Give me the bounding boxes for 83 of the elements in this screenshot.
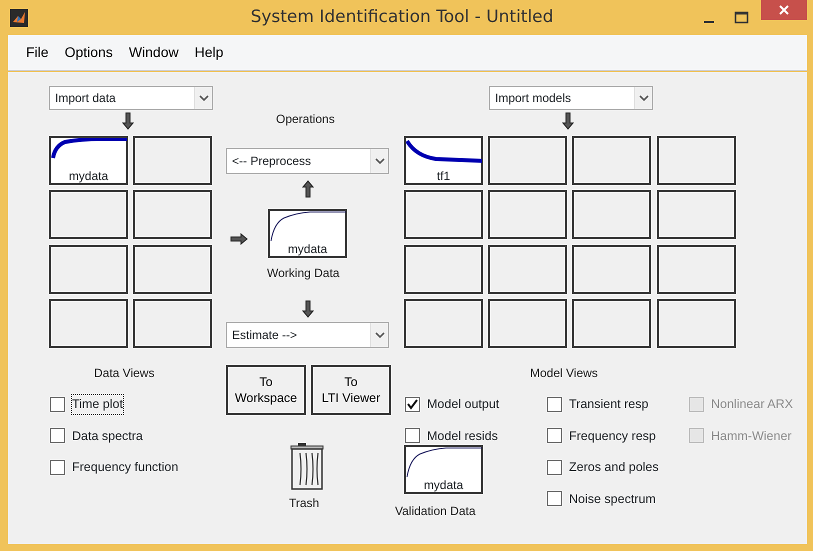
empty-slot[interactable] xyxy=(488,190,567,239)
checkbox[interactable] xyxy=(405,396,420,412)
section-title: Model Views xyxy=(530,365,598,382)
empty-slot[interactable] xyxy=(657,136,736,185)
tile-label: mydata xyxy=(68,169,110,183)
import-data-dropdown[interactable]: Import data xyxy=(49,86,213,110)
checkbox[interactable] xyxy=(50,396,65,412)
trash-label: Trash xyxy=(289,495,320,512)
caret-icon xyxy=(374,331,384,339)
validation-data-tile[interactable]: mydata xyxy=(404,445,483,494)
empty-slot[interactable] xyxy=(488,245,567,294)
caret-icon xyxy=(638,94,648,102)
empty-slot[interactable] xyxy=(133,299,212,348)
empty-slot[interactable] xyxy=(133,190,212,239)
checkbox-label: Nonlinear ARX xyxy=(711,396,793,413)
checkbox[interactable] xyxy=(547,460,562,475)
checkbox-label[interactable]: Transient resp xyxy=(569,395,648,414)
export-button[interactable]: To Workspace xyxy=(226,365,306,415)
model-tile[interactable]: tf1 xyxy=(404,136,483,185)
arrow-down-icon xyxy=(122,112,134,130)
estimate-dropdown[interactable]: Estimate --> xyxy=(226,322,389,348)
maximize-icon xyxy=(734,11,748,24)
empty-slot[interactable] xyxy=(657,299,736,348)
checkbox-label[interactable]: Zeros and poles xyxy=(569,458,659,477)
checkbox[interactable] xyxy=(405,428,420,444)
checkbox[interactable] xyxy=(50,460,65,475)
empty-slot[interactable] xyxy=(404,245,483,294)
empty-slot[interactable] xyxy=(133,136,212,185)
menu-item[interactable]: Help xyxy=(186,42,232,63)
checkbox-label[interactable]: Data spectra xyxy=(72,426,143,446)
checkbox[interactable] xyxy=(547,491,562,506)
checkmark-icon xyxy=(406,398,419,410)
tile-label: mydata xyxy=(422,478,464,492)
preprocess-dropdown[interactable]: <-- Preprocess xyxy=(226,148,389,174)
arrow-up-icon xyxy=(302,180,314,198)
export-button[interactable]: To LTI Viewer xyxy=(311,365,391,415)
data-tile[interactable]: mydata xyxy=(49,136,128,185)
close-icon xyxy=(778,4,790,16)
close-button[interactable] xyxy=(761,0,807,20)
working-data-tile[interactable]: mydata xyxy=(268,209,347,258)
minimize-icon xyxy=(704,20,714,22)
arrow-down-icon xyxy=(562,112,574,130)
checkbox-label[interactable]: Model output xyxy=(427,395,500,414)
validation-data-label: Validation Data xyxy=(395,503,476,520)
tile-label: tf1 xyxy=(436,169,452,183)
empty-slot[interactable] xyxy=(488,136,567,185)
checkbox[interactable] xyxy=(50,428,65,444)
caret-icon xyxy=(198,94,208,102)
empty-slot[interactable] xyxy=(49,299,128,348)
tile-label: mydata xyxy=(286,242,328,256)
menu-item[interactable]: Options xyxy=(56,42,121,63)
checkbox[interactable] xyxy=(547,428,562,444)
empty-slot[interactable] xyxy=(488,299,567,348)
checkbox[interactable] xyxy=(547,396,562,412)
checkbox-label[interactable]: Noise spectrum xyxy=(569,490,656,508)
menu-item[interactable]: Window xyxy=(120,42,187,63)
empty-slot[interactable] xyxy=(572,299,651,348)
arrow-right-icon xyxy=(230,233,248,245)
working-data-label: Working Data xyxy=(267,265,340,282)
checkbox-label[interactable]: Time plot xyxy=(72,395,123,414)
window-title: System Identification Tool - Untitled xyxy=(250,6,554,29)
empty-slot[interactable] xyxy=(49,245,128,294)
empty-slot[interactable] xyxy=(404,299,483,348)
empty-slot[interactable] xyxy=(657,190,736,239)
empty-slot[interactable] xyxy=(657,245,736,294)
menu-item[interactable]: File xyxy=(18,42,57,63)
checkbox-label[interactable]: Frequency resp xyxy=(569,426,656,446)
arrow-down-icon xyxy=(302,300,314,318)
trash-icon xyxy=(290,442,324,490)
import-models-dropdown[interactable]: Import models xyxy=(489,86,653,110)
checkbox-label[interactable]: Model resids xyxy=(427,426,498,446)
checkbox-label[interactable]: Frequency function xyxy=(72,458,178,477)
caret-icon xyxy=(374,157,384,165)
app-logo-icon xyxy=(9,8,29,28)
empty-slot[interactable] xyxy=(404,190,483,239)
empty-slot[interactable] xyxy=(133,245,212,294)
section-title: Data Views xyxy=(94,365,154,382)
empty-slot[interactable] xyxy=(572,136,651,185)
empty-slot[interactable] xyxy=(572,190,651,239)
section-title: Operations xyxy=(276,111,335,128)
empty-slot[interactable] xyxy=(49,190,128,239)
checkbox-label: Hamm-Wiener xyxy=(711,428,792,444)
empty-slot[interactable] xyxy=(572,245,651,294)
